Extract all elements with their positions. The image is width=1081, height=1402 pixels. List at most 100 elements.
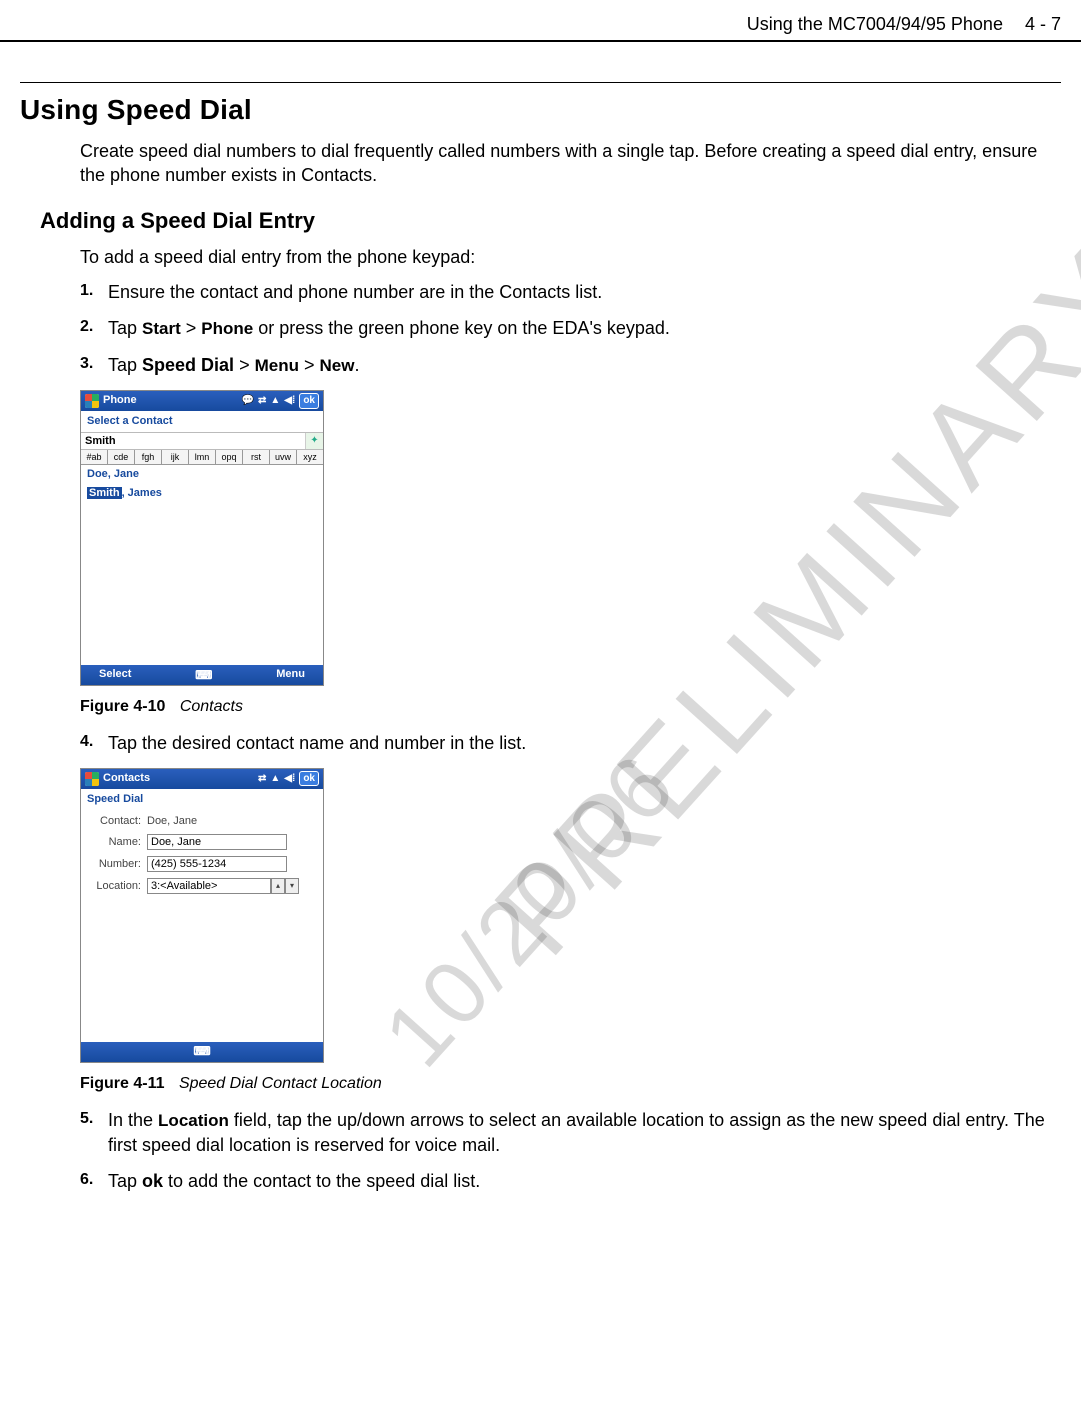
form-row-number: Number: xyxy=(87,856,317,872)
list-item-rest: , James xyxy=(122,487,162,499)
step-number: 3. xyxy=(80,353,93,375)
sync-icon[interactable]: ⇄ xyxy=(258,772,266,786)
keyboard-icon[interactable]: ⌨ xyxy=(193,1043,210,1059)
title-bar: Phone 💬 ⇄ ▲ ◀⁞ ok xyxy=(81,391,323,411)
step-2: 2. Tap Start > Phone or press the green … xyxy=(80,316,1061,341)
step-text-pre: In the xyxy=(108,1110,158,1130)
chat-icon[interactable]: 💬 xyxy=(242,394,254,408)
tab-rst[interactable]: rst xyxy=(243,450,270,464)
tab-uvw[interactable]: uvw xyxy=(270,450,297,464)
section-title: Using Speed Dial xyxy=(20,91,1061,129)
step-text-pre: Tap xyxy=(108,1171,142,1191)
figure-title: Contacts xyxy=(180,698,243,715)
section-rule xyxy=(20,82,1061,83)
tray-icons: ⇄ ▲ ◀⁞ xyxy=(258,772,295,786)
location-label: Location: xyxy=(87,879,141,894)
step-text-pre: Tap xyxy=(108,355,142,375)
softkey-select[interactable]: Select xyxy=(99,667,131,682)
steps-list-cont2: 5. In the Location field, tap the up/dow… xyxy=(80,1108,1061,1194)
search-row: ✦ xyxy=(81,432,323,450)
tab-fgh[interactable]: fgh xyxy=(135,450,162,464)
step-number: 1. xyxy=(80,280,93,302)
subsection-title: Adding a Speed Dial Entry xyxy=(40,206,1061,236)
highlight-match: Smith xyxy=(87,487,122,499)
voice-icon[interactable]: ✦ xyxy=(305,433,323,449)
start-icon[interactable] xyxy=(85,772,99,786)
contact-label: Contact: xyxy=(87,814,141,829)
step-number: 5. xyxy=(80,1108,93,1130)
header-title: Using the MC7004/94/95 Phone xyxy=(747,12,1003,36)
figure-number: Figure 4-10 xyxy=(80,698,165,715)
figure-title: Speed Dial Contact Location xyxy=(179,1075,382,1092)
list-item[interactable]: Smith, James xyxy=(81,484,323,503)
step-number: 6. xyxy=(80,1169,93,1191)
keyboard-icon[interactable]: ⌨ xyxy=(195,667,212,683)
search-input[interactable] xyxy=(81,433,305,449)
bold-ok: ok xyxy=(142,1171,163,1191)
volume-icon[interactable]: ◀⁞ xyxy=(284,394,295,408)
number-field[interactable] xyxy=(147,856,287,872)
menu-new: New xyxy=(319,356,354,375)
figure-4-11-caption: Figure 4-11 Speed Dial Contact Location xyxy=(80,1073,1061,1095)
watermark-date: 10/20/06 xyxy=(358,728,704,1093)
section-intro: Create speed dial numbers to dial freque… xyxy=(80,139,1061,188)
speed-dial-form: Contact: Doe, Jane Name: Number: Locatio… xyxy=(81,810,323,1042)
step-text-post: field, tap the up/down arrows to select … xyxy=(108,1110,1045,1155)
steps-list-cont: 4. Tap the desired contact name and numb… xyxy=(80,731,1061,755)
tab-ijk[interactable]: ijk xyxy=(162,450,189,464)
menu-start: Start xyxy=(142,319,181,338)
list-item[interactable]: Doe, Jane xyxy=(81,465,323,484)
soft-key-bar: ⌨ xyxy=(81,1042,323,1062)
menu-phone: Phone xyxy=(201,319,253,338)
figure-4-10-caption: Figure 4-10 Contacts xyxy=(80,696,1061,718)
ok-button[interactable]: ok xyxy=(299,771,319,787)
step-text: Tap the desired contact name and number … xyxy=(108,733,526,753)
name-label: Name: xyxy=(87,835,141,850)
soft-key-bar: Select ⌨ Menu xyxy=(81,665,323,685)
start-icon[interactable] xyxy=(85,394,99,408)
subsection-intro: To add a speed dial entry from the phone… xyxy=(80,245,1061,269)
spin-up-button[interactable]: ▴ xyxy=(271,878,285,894)
bold-speed-dial: Speed Dial xyxy=(142,355,234,375)
gt: > xyxy=(234,355,255,375)
step-5: 5. In the Location field, tap the up/dow… xyxy=(80,1108,1061,1157)
gt: > xyxy=(181,318,202,338)
form-row-location: Location: ▴ ▾ xyxy=(87,878,317,894)
step-4: 4. Tap the desired contact name and numb… xyxy=(80,731,1061,755)
tab-lmn[interactable]: lmn xyxy=(189,450,216,464)
volume-icon[interactable]: ◀⁞ xyxy=(284,772,295,786)
spin-down-button[interactable]: ▾ xyxy=(285,878,299,894)
number-label: Number: xyxy=(87,857,141,872)
steps-list: 1. Ensure the contact and phone number a… xyxy=(80,280,1061,378)
step-number: 2. xyxy=(80,316,93,338)
form-row-contact: Contact: Doe, Jane xyxy=(87,814,317,829)
sync-icon[interactable]: ⇄ xyxy=(258,394,266,408)
step-text-post: to add the contact to the speed dial lis… xyxy=(163,1171,480,1191)
title-bar: Contacts ⇄ ▲ ◀⁞ ok xyxy=(81,769,323,789)
menu-menu: Menu xyxy=(255,356,299,375)
tab-ab[interactable]: #ab xyxy=(81,450,108,464)
name-field[interactable] xyxy=(147,834,287,850)
contact-list: Doe, Jane Smith, James xyxy=(81,465,323,665)
bold-location: Location xyxy=(158,1111,229,1130)
softkey-menu[interactable]: Menu xyxy=(276,667,305,682)
step-text: Ensure the contact and phone number are … xyxy=(108,282,602,302)
ok-button[interactable]: ok xyxy=(299,393,319,409)
step-text-pre: Tap xyxy=(108,318,142,338)
figure-4-10-screenshot: Phone 💬 ⇄ ▲ ◀⁞ ok Select a Contact ✦ #ab… xyxy=(80,390,324,686)
sub-bar: Select a Contact xyxy=(81,411,323,432)
figure-number: Figure 4-11 xyxy=(80,1075,164,1092)
title-bar-text: Phone xyxy=(103,393,137,408)
step-text-post: or press the green phone key on the EDA'… xyxy=(253,318,670,338)
contact-value: Doe, Jane xyxy=(147,814,197,829)
signal-icon: ▲ xyxy=(270,394,280,408)
location-field[interactable] xyxy=(147,878,271,894)
tab-cde[interactable]: cde xyxy=(108,450,135,464)
gt: > xyxy=(299,355,320,375)
tab-xyz[interactable]: xyz xyxy=(297,450,323,464)
tab-opq[interactable]: opq xyxy=(216,450,243,464)
tray-icons: 💬 ⇄ ▲ ◀⁞ xyxy=(242,394,296,408)
form-row-name: Name: xyxy=(87,834,317,850)
header-page-number: 4 - 7 xyxy=(1025,12,1061,36)
alpha-tabs: #ab cde fgh ijk lmn opq rst uvw xyz xyxy=(81,450,323,465)
